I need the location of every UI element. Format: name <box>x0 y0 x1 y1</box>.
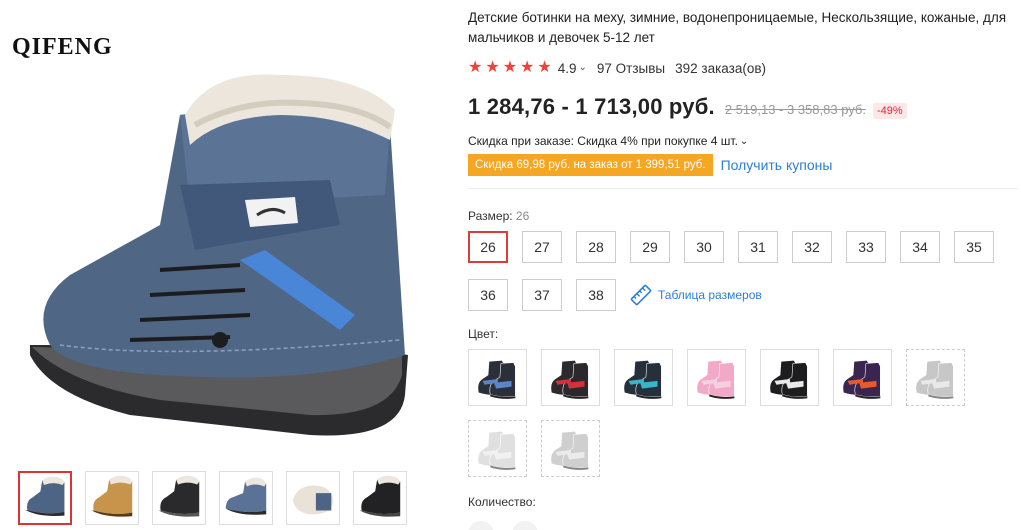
current-price: 1 284,76 - 1 713,00 руб. <box>468 94 715 119</box>
orders-count: 392 заказа(ов) <box>675 60 767 76</box>
chevron-down-icon[interactable]: ⌄ <box>579 62 587 73</box>
rating-value[interactable]: 4.9 <box>558 61 577 76</box>
product-info: Детские ботинки на меху, зимние, водонеп… <box>468 0 1021 509</box>
reviews-count[interactable]: 97 Отзывы <box>597 61 665 76</box>
color-option-pink[interactable] <box>687 349 746 406</box>
old-price: 2 519,13 - 3 358,83 руб. <box>724 102 866 117</box>
coupon-badge: Скидка 69,98 руб. на заказ от 1 399,51 р… <box>468 154 713 176</box>
boot-pair-image <box>697 360 735 399</box>
size-option[interactable]: 37 <box>522 279 562 311</box>
color-option-black-red-camo[interactable] <box>541 349 600 406</box>
color-label: Цвет: <box>468 327 499 341</box>
size-option[interactable]: 34 <box>900 231 940 263</box>
get-coupons-link[interactable]: Получить купоны <box>721 157 833 173</box>
thumbnail-6[interactable] <box>353 471 407 525</box>
star-icon: ★ <box>537 59 552 76</box>
boot-pair-image <box>843 360 881 399</box>
size-label-text: Размер: <box>468 209 513 223</box>
decrease-button[interactable] <box>468 521 494 530</box>
boot-pair-image <box>770 360 808 399</box>
boot-pair-image <box>624 360 662 399</box>
product-title: Детские ботинки на меху, зимние, водонеп… <box>468 10 1007 45</box>
color-option-purple[interactable] <box>833 349 892 406</box>
boot-pair-image <box>478 431 516 470</box>
rating-row: ★ ★ ★ ★ ★ 4.9 ⌄ 97 Отзывы 392 заказа(ов) <box>468 60 1021 76</box>
color-options <box>468 349 1008 477</box>
quantity-label: Количество: <box>468 495 536 509</box>
thumbnail-strip <box>18 471 407 525</box>
ruler-icon <box>630 284 652 306</box>
star-icon: ★ <box>485 59 500 76</box>
boot-thumbnail-image <box>359 475 401 517</box>
thumbnail-2[interactable] <box>85 471 139 525</box>
boot-pair-image <box>478 360 516 399</box>
main-product-image[interactable] <box>10 55 420 455</box>
size-option[interactable]: 30 <box>684 231 724 263</box>
size-option[interactable]: 36 <box>468 279 508 311</box>
color-option-light-grey[interactable] <box>468 420 527 477</box>
increase-button[interactable] <box>512 521 538 530</box>
divider <box>468 188 1018 189</box>
size-option[interactable]: 28 <box>576 231 616 263</box>
color-option-black-blue-camo[interactable] <box>468 349 527 406</box>
product-gallery: QIFENG <box>0 0 440 530</box>
thumbnail-3[interactable] <box>152 471 206 525</box>
star-icon: ★ <box>520 59 535 76</box>
thumbnail-4[interactable] <box>219 471 273 525</box>
chevron-down-icon: ⌄ <box>739 135 749 147</box>
size-option[interactable]: 35 <box>954 231 994 263</box>
size-chart-link[interactable]: Таблица размеров <box>630 279 762 311</box>
boot-pair-image <box>551 360 589 399</box>
color-option-black-cyan-camo[interactable] <box>614 349 673 406</box>
star-icon: ★ <box>468 59 483 76</box>
boot-thumbnail-image <box>292 485 334 515</box>
size-options: 26 27 28 29 30 31 32 33 34 35 36 37 38 Т… <box>468 231 1008 311</box>
thumbnail-5[interactable] <box>286 471 340 525</box>
size-option[interactable]: 32 <box>792 231 832 263</box>
boot-pair-image <box>916 360 954 399</box>
size-option[interactable]: 38 <box>576 279 616 311</box>
color-option-grey[interactable] <box>906 349 965 406</box>
quantity-stepper <box>468 521 538 530</box>
promo-text: Скидка при заказе: Скидка 4% при покупке… <box>468 134 738 148</box>
coupon-row: Скидка 69,98 руб. на заказ от 1 399,51 р… <box>468 154 1021 176</box>
boot-thumbnail-image <box>225 477 267 515</box>
size-option[interactable]: 27 <box>522 231 562 263</box>
color-option-grey-2[interactable] <box>541 420 600 477</box>
discount-badge: -49% <box>873 103 907 119</box>
size-label: Размер: 26 <box>468 209 1021 223</box>
size-option[interactable]: 29 <box>630 231 670 263</box>
color-option-black[interactable] <box>760 349 819 406</box>
size-chart-label: Таблица размеров <box>658 288 762 302</box>
selected-size: 26 <box>515 209 530 223</box>
size-option[interactable]: 31 <box>738 231 778 263</box>
size-option[interactable]: 26 <box>468 231 508 263</box>
boot-thumbnail-image <box>91 475 133 517</box>
price-row: 1 284,76 - 1 713,00 руб. 2 519,13 - 3 35… <box>468 94 1021 120</box>
promo-dropdown[interactable]: Скидка при заказе: Скидка 4% при покупке… <box>468 134 1021 148</box>
boot-thumbnail-image <box>25 476 65 516</box>
thumbnail-1[interactable] <box>18 471 72 525</box>
boot-pair-image <box>551 431 589 470</box>
rating-stars: ★ ★ ★ ★ ★ <box>468 60 552 76</box>
size-option[interactable]: 33 <box>846 231 886 263</box>
boot-thumbnail-image <box>158 475 200 517</box>
star-icon: ★ <box>502 59 518 76</box>
